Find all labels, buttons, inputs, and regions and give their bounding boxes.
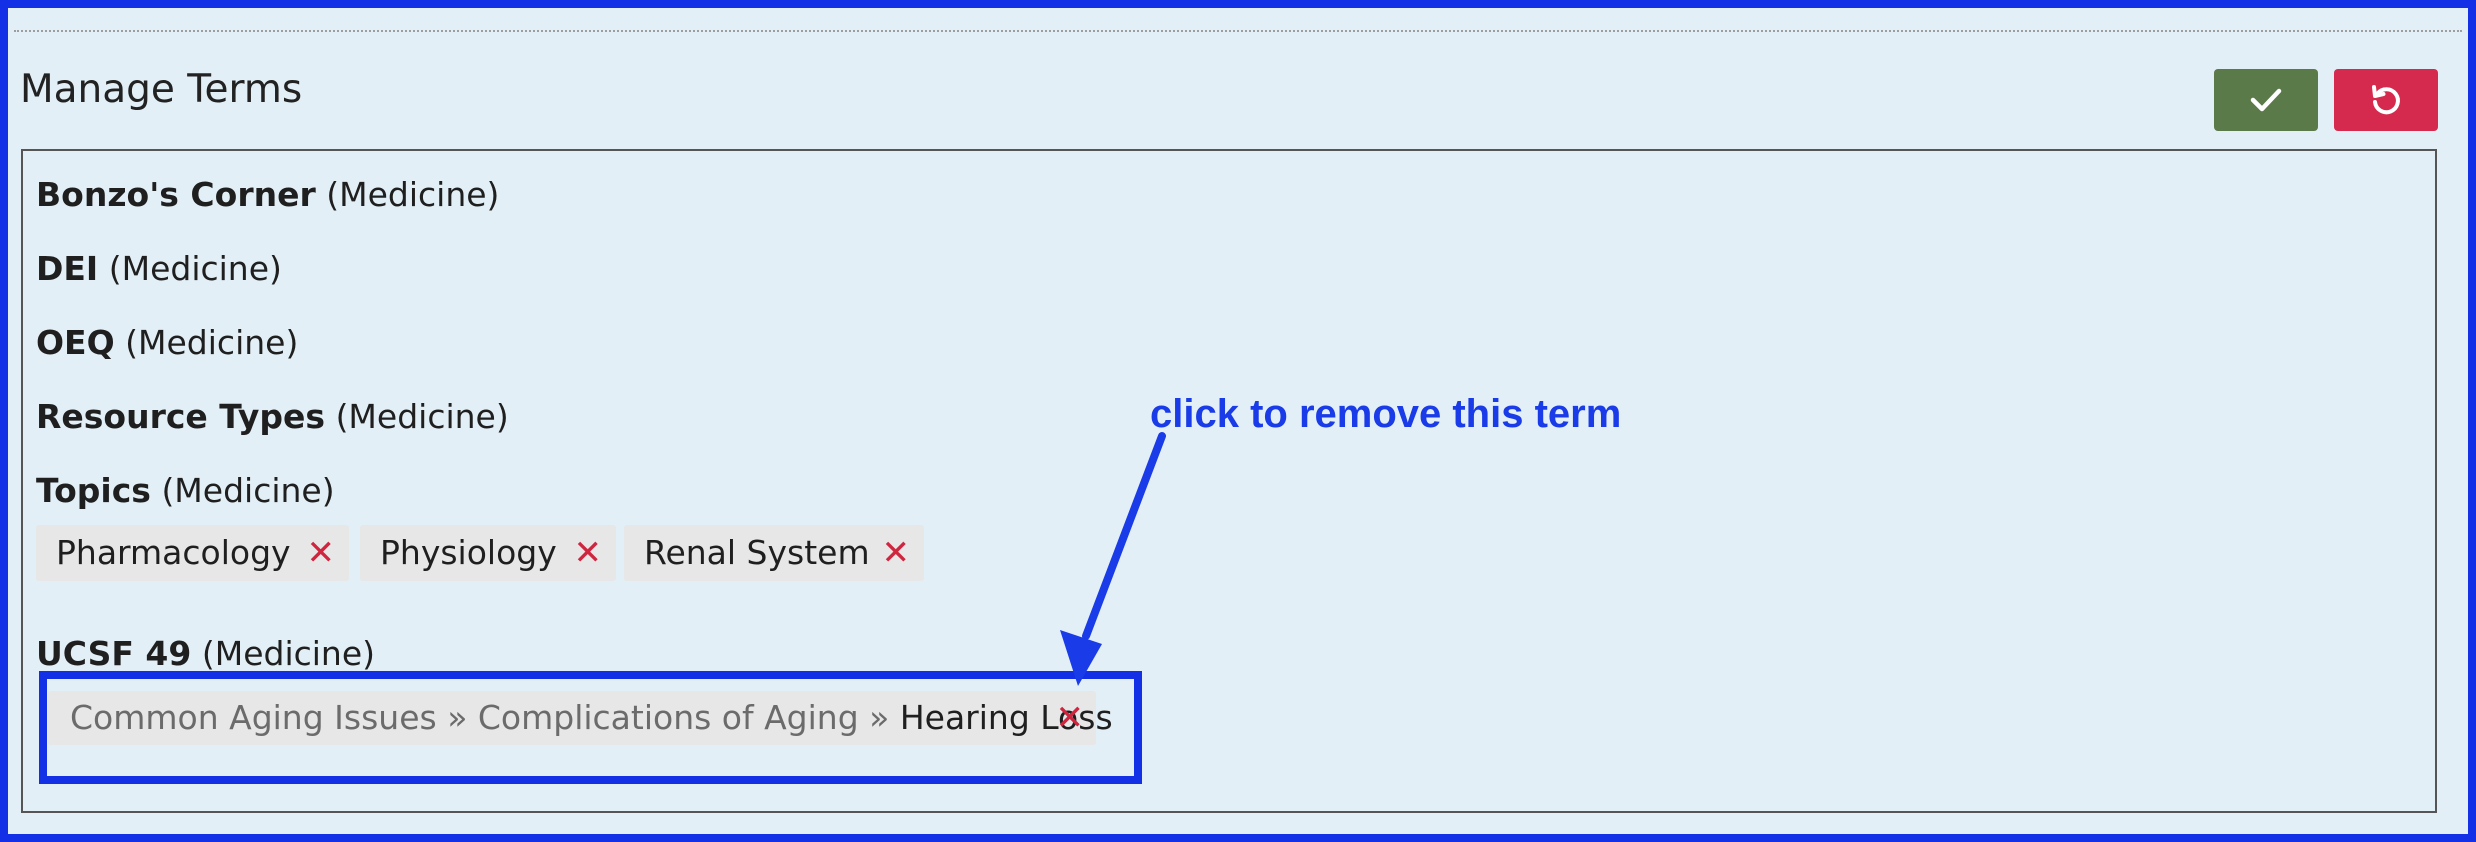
annotation-arrow-icon	[1060, 432, 1166, 686]
manage-terms-frame: Manage Terms Bonzo's Corner (Medicine) D…	[8, 8, 2468, 834]
